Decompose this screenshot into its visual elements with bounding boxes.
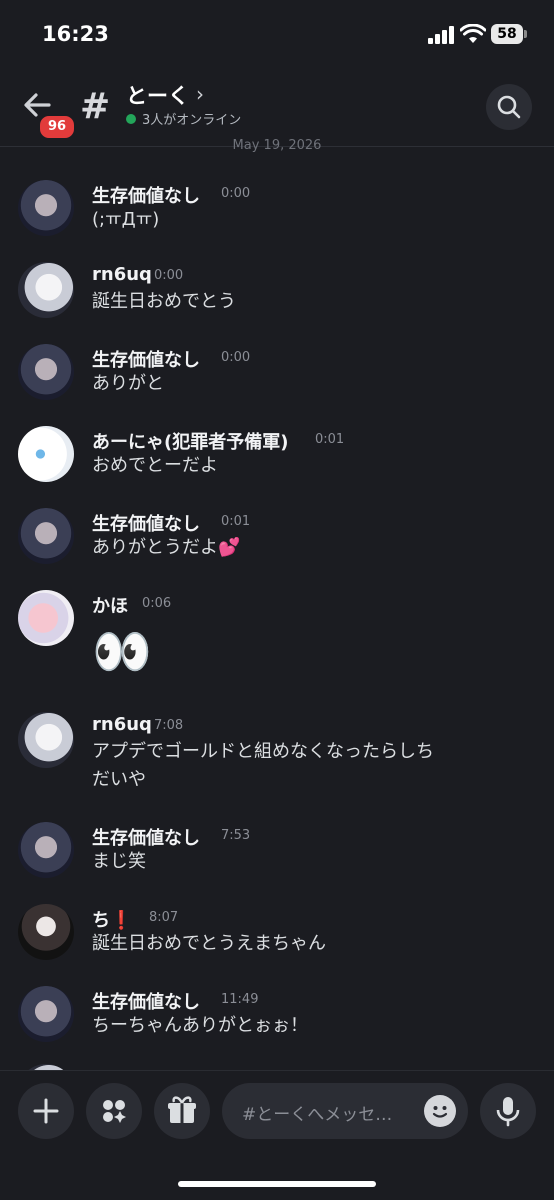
avatar[interactable]	[18, 822, 74, 878]
message-input-placeholder: #とーくへメッセ…	[242, 1105, 393, 1125]
gift-button[interactable]	[154, 1083, 210, 1139]
plus-icon	[33, 1098, 59, 1124]
smiley-icon	[432, 1106, 448, 1118]
timestamp: 0:00	[154, 268, 184, 283]
message-text: まじ笑	[92, 851, 146, 872]
apps-sparkle-icon	[103, 1100, 126, 1123]
timestamp: 11:49	[221, 992, 259, 1007]
gift-icon	[168, 1096, 196, 1123]
timestamp: 0:01	[221, 514, 251, 529]
search-button[interactable]	[486, 84, 532, 130]
battery-indicator: 58	[491, 24, 523, 44]
message-text: ありがと	[92, 373, 164, 394]
online-status-dot	[126, 114, 136, 124]
timestamp: 0:01	[315, 432, 345, 447]
username[interactable]: rn6uq	[92, 714, 152, 735]
username[interactable]: 生存価値なし	[92, 510, 200, 536]
message-text: おめでとーだよ	[92, 455, 218, 476]
avatar[interactable]	[18, 180, 74, 236]
home-indicator	[178, 1181, 376, 1187]
username[interactable]: rn6uq	[92, 264, 152, 285]
username[interactable]: 生存価値なし	[92, 824, 200, 850]
battery-cap	[524, 30, 527, 38]
avatar[interactable]	[18, 344, 74, 400]
cellular-signal-icon	[428, 26, 454, 44]
channel-name[interactable]: とーく	[126, 80, 189, 110]
search-icon	[497, 95, 521, 119]
username[interactable]: あーにゃ(犯罪者予備軍)	[92, 428, 288, 454]
timestamp: 0:00	[221, 186, 251, 201]
channel-header: 96 # とーく › 3人がオンライン	[0, 70, 554, 147]
username[interactable]: 生存価値なし	[92, 346, 200, 372]
message-text: ちーちゃんありがとぉぉ！	[92, 1015, 308, 1036]
timestamp: 0:00	[221, 350, 251, 365]
status-bar: 16:23 58	[0, 0, 554, 70]
message-text: 誕生日おめでとうえまちゃん	[92, 933, 326, 954]
emoji-button[interactable]	[424, 1095, 456, 1127]
timestamp: 7:53	[221, 828, 251, 843]
unread-badge: 96	[38, 114, 76, 140]
message-text: アプデでゴールドと組めなくなったらしち だいや	[92, 741, 434, 790]
status-time: 16:23	[42, 22, 109, 46]
message-text: ありがとうだよ💕	[92, 537, 241, 558]
username[interactable]: 生存価値なし	[92, 182, 200, 208]
message-emoji: 👀	[92, 624, 152, 680]
avatar[interactable]	[18, 712, 74, 768]
channel-hash-icon: #	[80, 86, 111, 127]
username[interactable]: ち❗️	[92, 906, 132, 932]
apps-button[interactable]	[86, 1083, 142, 1139]
message-input[interactable]: #とーくへメッセ…	[222, 1083, 468, 1139]
microphone-icon	[496, 1097, 520, 1127]
message-text: (;ㅠДㅠ)	[92, 209, 160, 230]
timestamp: 0:06	[142, 596, 172, 611]
message-text: 誕生日おめでとう	[92, 291, 236, 312]
add-attachment-button[interactable]	[18, 1083, 74, 1139]
chevron-right-icon[interactable]: ›	[196, 82, 204, 106]
wifi-icon	[460, 24, 486, 43]
message-list[interactable]: 生存価値なし 0:00 (;ㅠДㅠ) rn6uq 0:00 誕生日おめでとう 生…	[0, 150, 554, 1070]
avatar[interactable]	[18, 426, 74, 482]
avatar[interactable]	[18, 262, 74, 318]
online-count: 3人がオンライン	[142, 113, 242, 128]
avatar[interactable]	[18, 904, 74, 960]
username[interactable]: かほ	[92, 592, 128, 618]
timestamp: 8:07	[149, 910, 179, 925]
avatar[interactable]	[18, 508, 74, 564]
username[interactable]: 生存価値なし	[92, 988, 200, 1014]
timestamp: 7:08	[154, 718, 184, 733]
avatar[interactable]	[18, 590, 74, 646]
voice-message-button[interactable]	[480, 1083, 536, 1139]
avatar[interactable]	[18, 986, 74, 1042]
